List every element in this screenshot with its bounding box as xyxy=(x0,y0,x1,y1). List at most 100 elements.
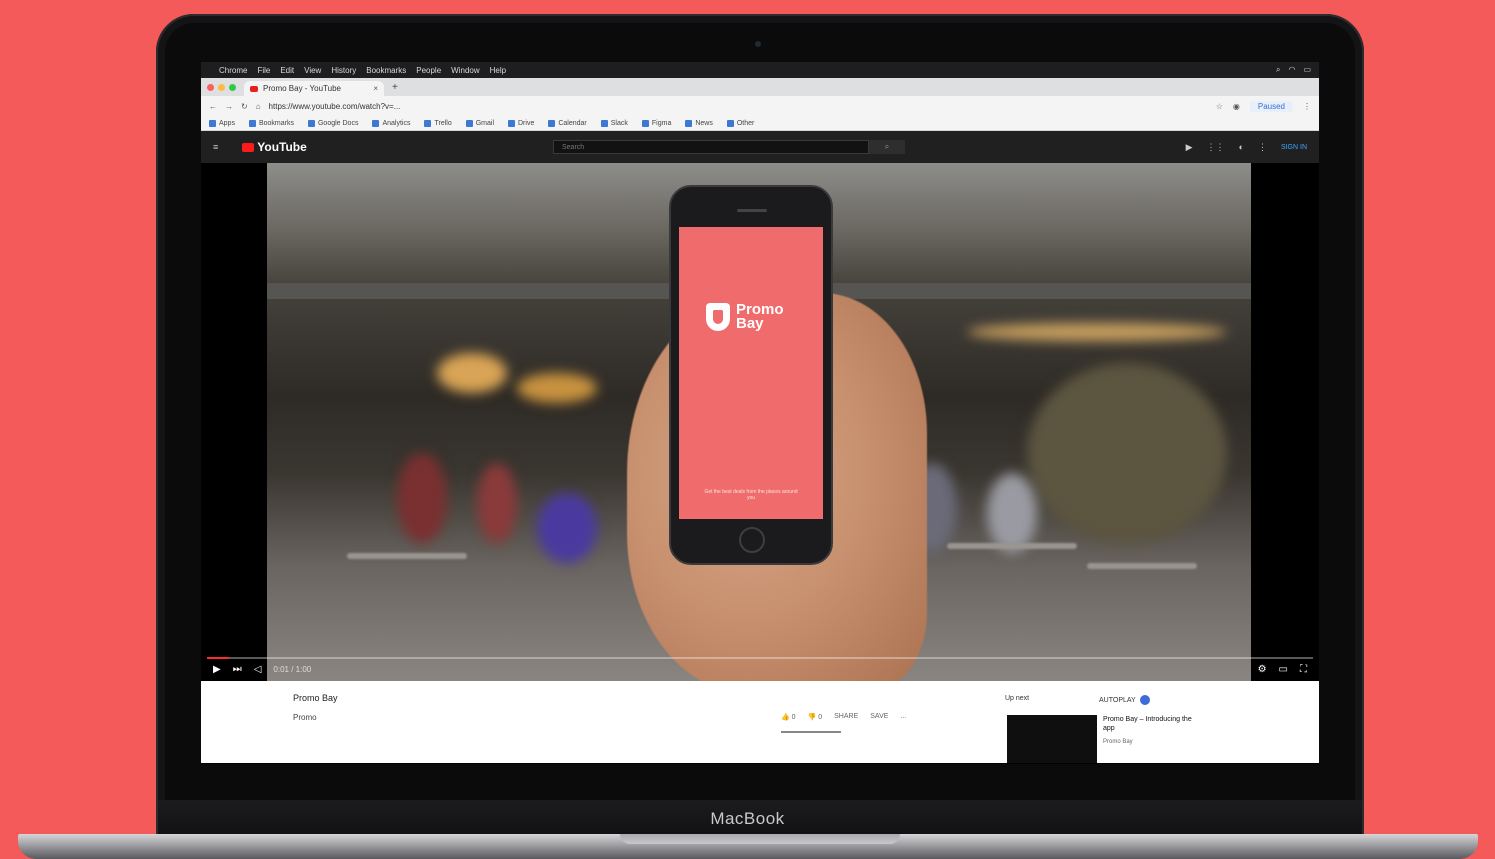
bookmark-item[interactable]: Google Docs xyxy=(307,119,358,127)
cafe-table xyxy=(947,543,1077,549)
bookmark-item[interactable]: Other xyxy=(726,119,754,127)
person-blur xyxy=(477,463,517,543)
new-tab-button[interactable]: + xyxy=(392,82,398,93)
play-icon[interactable]: ▶ xyxy=(213,664,221,675)
person-blur xyxy=(537,493,597,563)
cafe-table xyxy=(1087,563,1197,569)
search-button[interactable]: ⌕ xyxy=(869,140,905,154)
home-icon[interactable]: ⌂ xyxy=(256,102,261,111)
video-player[interactable]: Promo Bay Get the best deals from the pl… xyxy=(201,163,1319,681)
more-actions-button[interactable]: ... xyxy=(900,713,906,721)
player-controls: ▶ ⏭ ◁ 0:01 / 1:00 ⚙ ▭ ⛶ xyxy=(201,657,1319,681)
search-icon[interactable]: ⌕ xyxy=(1276,65,1280,75)
screen: Chrome File Edit View History Bookmarks … xyxy=(201,62,1319,764)
app-tagline: Get the best deals from the places aroun… xyxy=(704,489,798,501)
youtube-header: ≡ YouTube Search ⌕ ▶ ⋮⋮ ◐ ⋮ SIGN IN xyxy=(201,131,1319,163)
address-bar[interactable]: https://www.youtube.com/watch?v=... xyxy=(269,102,401,111)
wifi-icon[interactable]: ◠ xyxy=(1288,65,1295,75)
volume-icon[interactable]: ◁ xyxy=(254,664,262,675)
bookmark-item[interactable]: Apps xyxy=(209,119,235,127)
autoplay-toggle[interactable]: AUTOPLAY xyxy=(1099,695,1150,705)
browser-toolbar: ← → ↻ ⌂ https://www.youtube.com/watch?v=… xyxy=(201,96,1319,116)
menu-file[interactable]: File xyxy=(257,66,270,75)
apps-grid-icon[interactable]: ⋮⋮ xyxy=(1207,142,1225,153)
back-icon[interactable]: ← xyxy=(209,102,217,111)
menu-help[interactable]: Help xyxy=(490,66,506,75)
tab-title: Promo Bay - YouTube xyxy=(263,84,341,93)
toggle-knob-icon[interactable] xyxy=(1139,695,1150,705)
camera-icon xyxy=(755,41,761,47)
cafe-table xyxy=(347,553,467,559)
shield-icon xyxy=(706,303,730,331)
youtube-logo[interactable]: YouTube xyxy=(242,140,307,154)
tab-close-icon[interactable]: × xyxy=(373,84,378,93)
like-bar xyxy=(781,731,841,733)
sign-in-button[interactable]: SIGN IN xyxy=(1281,144,1307,151)
hamburger-menu-icon[interactable]: ≡ xyxy=(213,142,218,152)
menu-edit[interactable]: Edit xyxy=(280,66,294,75)
bookmark-item[interactable]: Gmail xyxy=(465,119,494,127)
next-icon[interactable]: ⏭ xyxy=(233,664,242,675)
autoplay-label: AUTOPLAY xyxy=(1099,696,1136,704)
notifications-icon[interactable]: ◐ xyxy=(1239,142,1244,152)
lamp-glow xyxy=(437,353,507,393)
settings-icon[interactable]: ⚙ xyxy=(1258,664,1267,675)
lamp-glow xyxy=(517,373,597,403)
video-details: Promo Bay Promo 👍 0 👎 0 SHARE SAVE ... U… xyxy=(201,681,1319,763)
bookmarks-bar: Apps Bookmarks Google Docs Analytics Tre… xyxy=(201,116,1319,131)
channel-name[interactable]: Promo Bay xyxy=(293,693,338,703)
forward-icon[interactable]: → xyxy=(225,102,233,111)
bookmark-item[interactable]: Slack xyxy=(600,119,628,127)
menu-dots-icon[interactable]: ⋮ xyxy=(1303,102,1311,111)
extension-icon[interactable]: ◉ xyxy=(1233,102,1240,111)
laptop-notch xyxy=(620,834,900,844)
maximize-window-icon[interactable] xyxy=(229,83,236,91)
next-video-title[interactable]: Promo Bay – Introducing the app xyxy=(1103,715,1203,733)
bookmark-item[interactable]: Bookmarks xyxy=(248,119,294,127)
save-button[interactable]: SAVE xyxy=(870,713,888,721)
youtube-play-icon xyxy=(242,142,255,152)
profile-chip[interactable]: Paused xyxy=(1249,100,1293,112)
person-blur xyxy=(987,473,1037,553)
menu-bookmarks[interactable]: Bookmarks xyxy=(366,66,406,75)
next-video-channel: Promo Bay xyxy=(1103,739,1133,745)
youtube-logo-text: YouTube xyxy=(257,140,307,154)
minimize-window-icon[interactable] xyxy=(218,83,225,91)
video-subtitle: Promo xyxy=(293,713,317,722)
person-blur xyxy=(397,453,447,543)
video-camera-icon[interactable]: ▶ xyxy=(1186,142,1193,153)
bookmark-item[interactable]: News xyxy=(685,119,713,127)
battery-icon[interactable]: ▭ xyxy=(1303,65,1311,75)
bookmark-item[interactable]: Drive xyxy=(508,119,534,127)
menu-view[interactable]: View xyxy=(304,66,321,75)
star-icon[interactable]: ☆ xyxy=(1216,102,1223,111)
fullscreen-icon[interactable]: ⛶ xyxy=(1300,664,1307,675)
next-video-thumbnail[interactable] xyxy=(1007,715,1097,763)
browser-tabstrip: Promo Bay - YouTube × + xyxy=(201,78,1319,96)
search-input[interactable]: Search xyxy=(553,140,869,154)
menu-people[interactable]: People xyxy=(416,66,441,75)
phone-mockup: Promo Bay Get the best deals from the pl… xyxy=(669,185,833,565)
youtube-favicon-icon xyxy=(250,85,258,92)
menu-chrome[interactable]: Chrome xyxy=(219,66,247,75)
menu-history[interactable]: History xyxy=(331,66,356,75)
phone-speaker xyxy=(737,209,767,212)
browser-tab[interactable]: Promo Bay - YouTube × xyxy=(244,81,384,96)
bookmark-item[interactable]: Trello xyxy=(424,119,452,127)
dislike-button[interactable]: 👎 0 xyxy=(808,713,823,721)
app-splash-screen: Promo Bay Get the best deals from the pl… xyxy=(679,227,823,519)
video-frame: Promo Bay Get the best deals from the pl… xyxy=(267,163,1251,681)
share-button[interactable]: SHARE xyxy=(834,713,858,721)
time-display: 0:01 / 1:00 xyxy=(273,664,312,674)
theater-icon[interactable]: ▭ xyxy=(1279,664,1288,675)
close-window-icon[interactable] xyxy=(207,83,214,91)
like-button[interactable]: 👍 0 xyxy=(781,713,796,721)
bookmark-item[interactable]: Analytics xyxy=(372,119,410,127)
app-logo: Promo Bay xyxy=(706,302,796,331)
menu-window[interactable]: Window xyxy=(451,66,479,75)
reload-icon[interactable]: ↻ xyxy=(241,102,248,111)
bookmark-item[interactable]: Figma xyxy=(641,119,671,127)
more-options-icon[interactable]: ⋮ xyxy=(1258,142,1267,153)
shop-window xyxy=(1027,363,1227,543)
bookmark-item[interactable]: Calendar xyxy=(548,119,587,127)
